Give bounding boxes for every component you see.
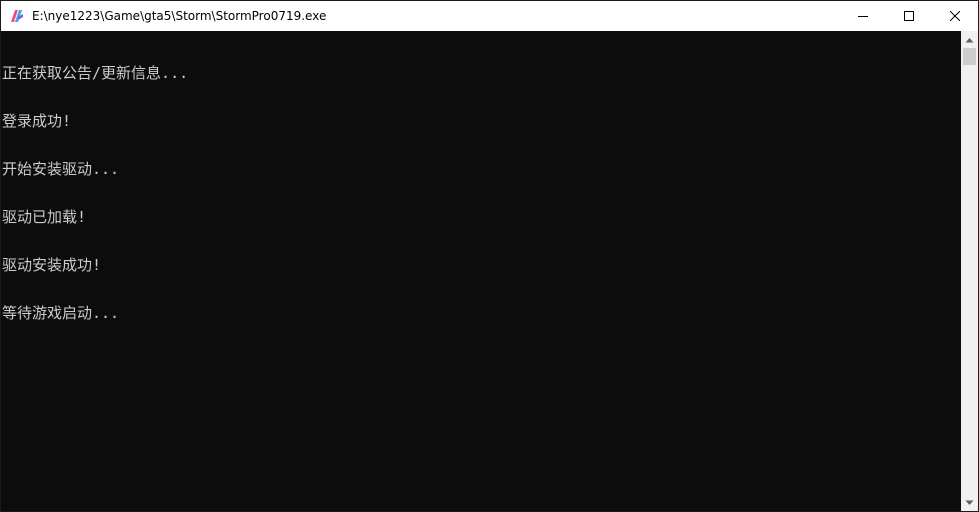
- scroll-down-icon: [965, 500, 974, 505]
- console-output[interactable]: 正在获取公告/更新信息... 登录成功! 开始安装驱动... 驱动已加载! 驱动…: [1, 31, 961, 511]
- window-title: E:\nye1223\Game\gta5\Storm\StormPro0719.…: [32, 9, 327, 23]
- title-bar[interactable]: E:\nye1223\Game\gta5\Storm\StormPro0719.…: [1, 1, 978, 31]
- vertical-scrollbar[interactable]: [961, 31, 978, 511]
- console-line: 登录成功!: [2, 112, 72, 130]
- console-line: 等待游戏启动...: [2, 304, 120, 322]
- minimize-icon: [858, 16, 868, 17]
- console-window: E:\nye1223\Game\gta5\Storm\StormPro0719.…: [0, 0, 979, 512]
- maximize-button[interactable]: [886, 1, 932, 31]
- console-line: 开始安装驱动...: [2, 160, 120, 178]
- scroll-thumb[interactable]: [963, 48, 976, 65]
- storm-app-icon[interactable]: [9, 8, 25, 24]
- scroll-up-icon: [965, 37, 974, 42]
- console-line: 正在获取公告/更新信息...: [2, 64, 189, 82]
- caption-buttons: [840, 1, 978, 31]
- minimize-button[interactable]: [840, 1, 886, 31]
- close-icon: [950, 11, 960, 21]
- close-button[interactable]: [932, 1, 978, 31]
- scroll-down-button[interactable]: [961, 494, 978, 511]
- maximize-icon: [904, 11, 914, 21]
- scroll-up-button[interactable]: [961, 31, 978, 48]
- console-line: 驱动已加载!: [2, 208, 87, 226]
- console-line: 驱动安装成功!: [2, 256, 102, 274]
